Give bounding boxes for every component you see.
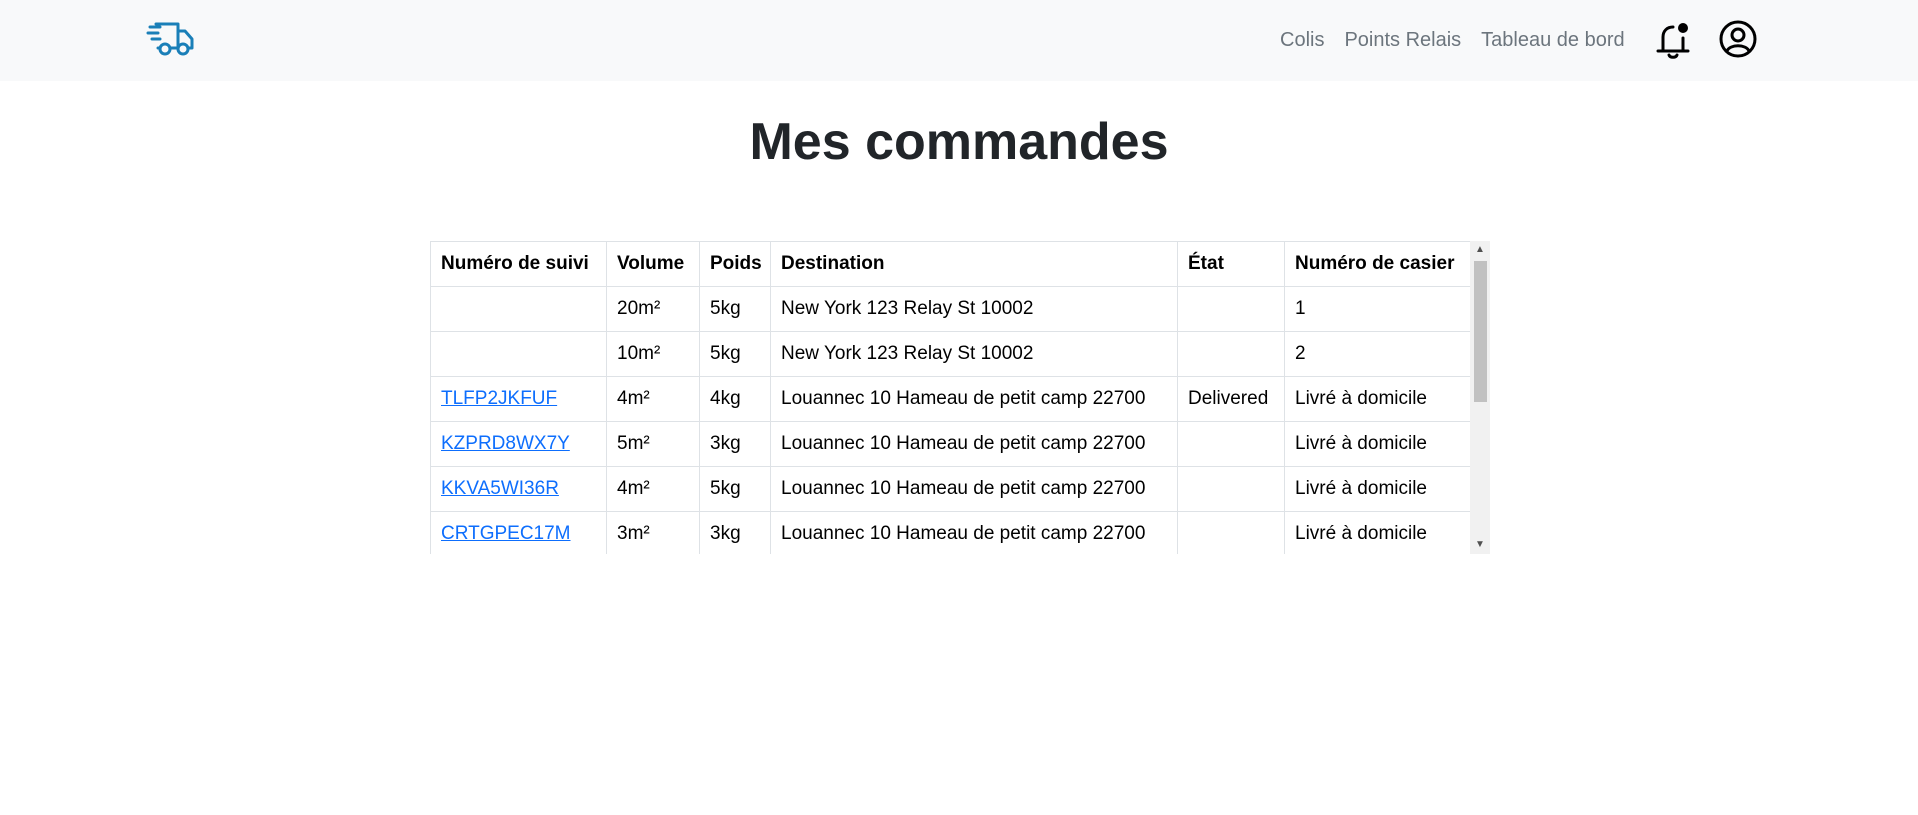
table-row: 20m² 5kg New York 123 Relay St 10002 1 — [430, 286, 1471, 332]
cell-weight: 5kg — [699, 286, 771, 332]
cell-state — [1177, 331, 1285, 377]
table-row: TLFP2JKFUF 4m² 4kg Louannec 10 Hameau de… — [430, 376, 1471, 422]
page-title: Mes commandes — [749, 113, 1169, 171]
table-header-row: Numéro de suivi Volume Poids Destination… — [430, 241, 1471, 287]
tracking-link[interactable]: CRTGPEC17M — [441, 523, 571, 544]
header-destination: Destination — [770, 241, 1178, 287]
cell-state — [1177, 511, 1285, 554]
cell-destination: Louannec 10 Hameau de petit camp 22700 — [770, 376, 1178, 422]
cell-volume: 3m² — [606, 511, 700, 554]
scrollbar-thumb[interactable] — [1474, 261, 1487, 402]
scroll-down-arrow-icon[interactable]: ▼ — [1470, 536, 1490, 554]
cell-destination: Louannec 10 Hameau de petit camp 22700 — [770, 421, 1178, 467]
cell-locker: Livré à domicile — [1284, 421, 1471, 467]
cell-locker: Livré à domicile — [1284, 511, 1471, 554]
cell-volume: 10m² — [606, 331, 700, 377]
cell-volume: 4m² — [606, 376, 700, 422]
tracking-link[interactable]: KZPRD8WX7Y — [441, 433, 570, 454]
cell-locker: 2 — [1284, 331, 1471, 377]
table-row: CRTGPEC17M 3m² 3kg Louannec 10 Hameau de… — [430, 511, 1471, 554]
cell-state — [1177, 421, 1285, 467]
table-row: KKVA5WI36R 4m² 5kg Louannec 10 Hameau de… — [430, 466, 1471, 512]
tracking-link[interactable]: TLFP2JKFUF — [441, 388, 557, 409]
cell-destination: New York 123 Relay St 10002 — [770, 286, 1178, 332]
cell-volume: 5m² — [606, 421, 700, 467]
cell-weight: 5kg — [699, 331, 771, 377]
cell-tracking — [430, 286, 607, 332]
user-circle-icon[interactable] — [1718, 19, 1758, 59]
nav-link-tableau-de-bord[interactable]: Tableau de bord — [1481, 25, 1624, 55]
cell-state — [1177, 286, 1285, 332]
nav-links: Colis Points Relais Tableau de bord — [1280, 25, 1645, 55]
header-tracking: Numéro de suivi — [430, 241, 607, 287]
orders-table: Numéro de suivi Volume Poids Destination… — [430, 241, 1471, 554]
header-state: État — [1177, 241, 1285, 287]
nav-link-colis[interactable]: Colis — [1280, 25, 1324, 55]
cell-weight: 3kg — [699, 511, 771, 554]
delivery-truck-icon[interactable] — [146, 19, 196, 59]
cell-weight: 5kg — [699, 466, 771, 512]
orders-table-container[interactable]: Numéro de suivi Volume Poids Destination… — [430, 241, 1490, 554]
cell-state: Delivered — [1177, 376, 1285, 422]
bell-icon[interactable] — [1655, 20, 1691, 60]
cell-locker: Livré à domicile — [1284, 376, 1471, 422]
cell-tracking: TLFP2JKFUF — [430, 376, 607, 422]
cell-tracking: KKVA5WI36R — [430, 466, 607, 512]
cell-state — [1177, 466, 1285, 512]
header-volume: Volume — [606, 241, 700, 287]
cell-volume: 20m² — [606, 286, 700, 332]
cell-tracking: KZPRD8WX7Y — [430, 421, 607, 467]
tracking-link[interactable]: KKVA5WI36R — [441, 478, 559, 499]
cell-locker: Livré à domicile — [1284, 466, 1471, 512]
cell-tracking: CRTGPEC17M — [430, 511, 607, 554]
navbar: Colis Points Relais Tableau de bord — [0, 0, 1918, 81]
cell-weight: 4kg — [699, 376, 771, 422]
cell-destination: Louannec 10 Hameau de petit camp 22700 — [770, 466, 1178, 512]
table-row: 10m² 5kg New York 123 Relay St 10002 2 — [430, 331, 1471, 377]
cell-volume: 4m² — [606, 466, 700, 512]
header-locker: Numéro de casier — [1284, 241, 1471, 287]
cell-destination: Louannec 10 Hameau de petit camp 22700 — [770, 511, 1178, 554]
cell-tracking — [430, 331, 607, 377]
scroll-up-arrow-icon[interactable]: ▲ — [1470, 241, 1490, 259]
vertical-scrollbar[interactable]: ▲ ▼ — [1470, 241, 1490, 554]
cell-weight: 3kg — [699, 421, 771, 467]
cell-destination: New York 123 Relay St 10002 — [770, 331, 1178, 377]
nav-link-points-relais[interactable]: Points Relais — [1344, 25, 1461, 55]
header-weight: Poids — [699, 241, 771, 287]
cell-locker: 1 — [1284, 286, 1471, 332]
table-row: KZPRD8WX7Y 5m² 3kg Louannec 10 Hameau de… — [430, 421, 1471, 467]
